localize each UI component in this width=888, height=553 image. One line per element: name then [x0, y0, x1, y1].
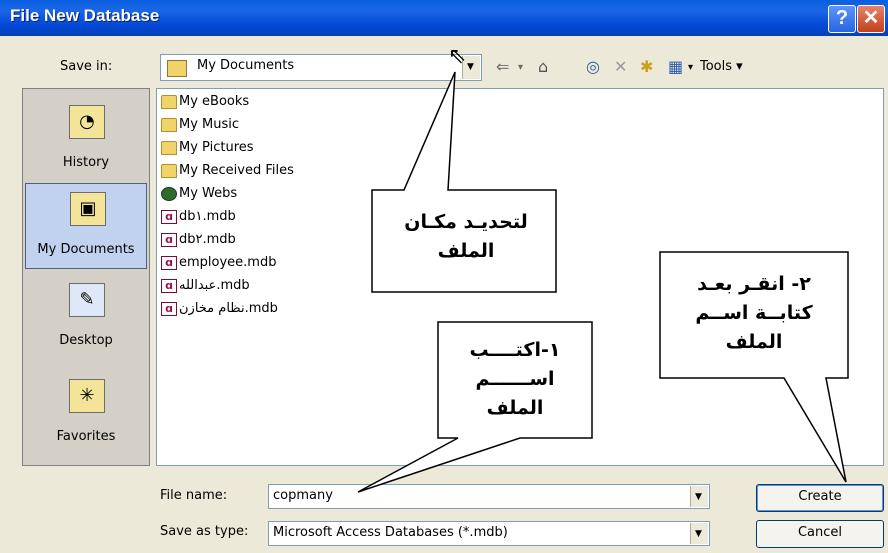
step1-callout: ١-اكتــــب اســــــم الملف	[469, 339, 561, 419]
step2-callout: ٢- انقـر بعـد كتابــة اســم الملف	[695, 273, 813, 353]
location-callout: لتحديـد مكـان الملف	[404, 211, 528, 262]
mouse-cursor-icon: ⇖	[448, 44, 467, 69]
